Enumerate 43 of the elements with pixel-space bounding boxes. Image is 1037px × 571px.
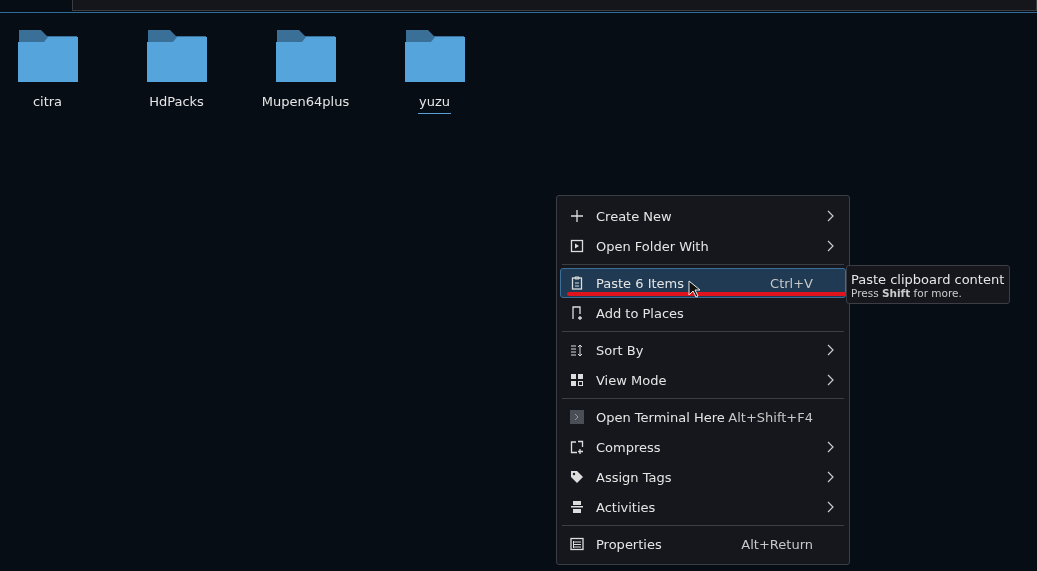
chevron-right-icon: [827, 374, 835, 386]
folder-name: citra: [31, 94, 64, 111]
tooltip-hint: Press Shift for more.: [851, 287, 963, 299]
menu-item-icon: [570, 500, 584, 514]
menu-item-icon: [570, 343, 584, 357]
folder-icon: [404, 28, 465, 82]
tooltip-title: Paste clipboard content: [851, 272, 1005, 287]
chevron-right-icon: [827, 240, 835, 252]
menu-item[interactable]: Add to Places: [560, 298, 846, 328]
folder-item[interactable]: Mupen64plus: [241, 28, 370, 114]
chevron-right-icon: [827, 441, 835, 453]
menu-item-icon: [570, 410, 584, 424]
mouse-pointer-icon: [688, 280, 700, 298]
menu-item[interactable]: Properties Alt+Return: [560, 529, 846, 559]
menu-item-icon: [570, 537, 584, 551]
folder-icon: [275, 28, 336, 82]
folder-name: yuzu: [418, 94, 451, 114]
chevron-right-icon: [827, 344, 835, 356]
menu-item[interactable]: Compress: [560, 432, 846, 462]
menu-item-icon: [570, 373, 584, 387]
folder-icon: [17, 28, 78, 82]
folder-name: Mupen64plus: [260, 94, 351, 111]
folder-item[interactable]: citra: [0, 28, 112, 114]
folder-name: HdPacks: [148, 94, 205, 111]
menu-item-icon: [570, 239, 584, 253]
menu-item-icon: [570, 470, 584, 484]
menu-item[interactable]: Open Folder With: [560, 231, 846, 261]
menu-item[interactable]: Open Terminal Here Alt+Shift+F4: [560, 402, 846, 432]
folder-item[interactable]: HdPacks: [112, 28, 241, 114]
menu-item-icon: [570, 306, 584, 320]
menu-item[interactable]: Activities: [560, 492, 846, 522]
folder-icon: [146, 28, 207, 82]
menu-item[interactable]: Sort By: [560, 335, 846, 365]
menu-item[interactable]: Create New: [560, 201, 846, 231]
chevron-right-icon: [827, 210, 835, 222]
chevron-right-icon: [827, 501, 835, 513]
chevron-right-icon: [827, 471, 835, 483]
menu-item-icon: [570, 276, 584, 290]
folder-item[interactable]: yuzu: [370, 28, 499, 114]
menu-item[interactable]: View Mode: [560, 365, 846, 395]
menu-item-icon: [570, 209, 584, 223]
menu-item-icon: [570, 440, 584, 454]
menu-item[interactable]: Assign Tags: [560, 462, 846, 492]
